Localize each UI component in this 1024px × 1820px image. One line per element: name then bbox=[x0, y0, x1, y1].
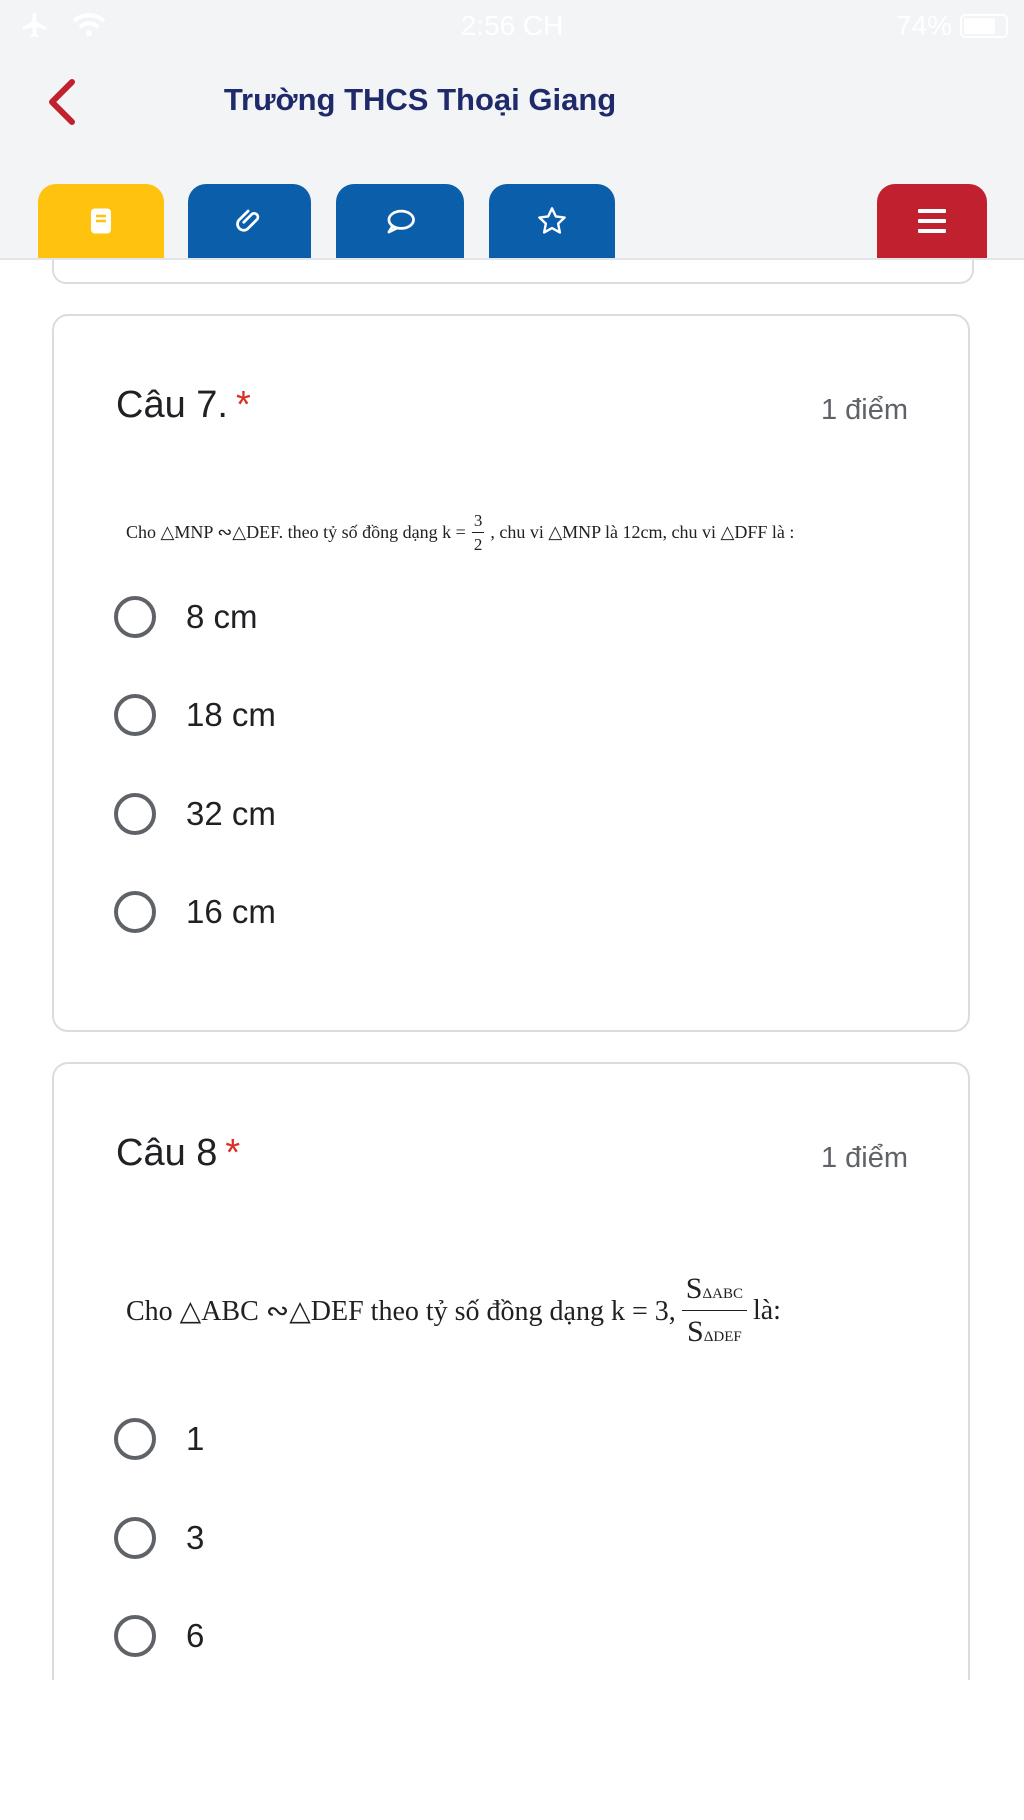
fraction-numerator-main: S bbox=[685, 1272, 703, 1305]
tab-toolbar bbox=[0, 158, 1024, 260]
fraction-numerator: 3 bbox=[471, 512, 485, 533]
required-mark: * bbox=[225, 1132, 241, 1174]
status-bar: 2:56 CH 74% bbox=[0, 0, 1024, 52]
question-points: 1 điểm bbox=[820, 394, 908, 426]
question-title-text: Câu 7. bbox=[116, 384, 228, 426]
radio-button[interactable] bbox=[114, 1517, 156, 1559]
fraction-numerator: SΔABC bbox=[681, 1272, 747, 1311]
previous-question-card bbox=[52, 260, 974, 284]
menu-icon bbox=[918, 209, 946, 233]
star-icon bbox=[538, 207, 566, 234]
option-radio[interactable]: 8 cm bbox=[114, 596, 258, 638]
option-label: 16 cm bbox=[186, 893, 276, 930]
radio-button[interactable] bbox=[114, 793, 156, 835]
app-header: Trường THCS Thoại Giang bbox=[0, 52, 1024, 158]
form-content[interactable]: Câu 7. * 1 điểm Cho △MNP ∾△DEF. theo tỷ s… bbox=[0, 260, 1024, 1680]
battery-icon bbox=[960, 14, 1008, 38]
fraction-numerator-sub: ΔABC bbox=[702, 1286, 743, 1302]
radio-button[interactable] bbox=[114, 1418, 156, 1460]
fraction: SΔABC SΔDEF bbox=[681, 1272, 747, 1347]
tab-attachments[interactable] bbox=[188, 184, 311, 258]
paperclip-icon bbox=[235, 209, 259, 232]
radio-button[interactable] bbox=[114, 694, 156, 736]
fraction: 3 2 bbox=[471, 512, 485, 554]
tab-comments[interactable] bbox=[336, 184, 464, 258]
option-radio[interactable]: 3 bbox=[114, 1517, 204, 1559]
question-text: Cho △ABC ∾△DEF theo tỷ số đồng dạng k = … bbox=[126, 1274, 781, 1347]
question-text-after: là: bbox=[752, 1294, 781, 1326]
option-label: 6 bbox=[186, 1617, 205, 1654]
option-label: 8 cm bbox=[186, 598, 258, 635]
chat-bubble-icon bbox=[387, 209, 415, 234]
radio-button[interactable] bbox=[114, 596, 156, 638]
required-mark: * bbox=[235, 384, 251, 426]
question-text-after: , chu vi △MNP là 12cm, chu vi △DFF là : bbox=[490, 522, 795, 542]
page-title: Trường THCS Thoại Giang bbox=[223, 82, 617, 117]
option-label: 1 bbox=[186, 1420, 205, 1457]
radio-button[interactable] bbox=[114, 1615, 156, 1657]
option-label: 32 cm bbox=[186, 795, 276, 832]
question-title: Câu 7. * bbox=[116, 384, 251, 427]
tab-book[interactable] bbox=[38, 184, 164, 258]
option-label: 18 cm bbox=[186, 696, 276, 733]
fraction-denominator-main: S bbox=[687, 1315, 704, 1348]
question-text-before: Cho △MNP ∾△DEF. theo tỷ số đồng dạng k = bbox=[126, 522, 466, 542]
radio-button[interactable] bbox=[114, 891, 156, 933]
option-radio[interactable]: 1 bbox=[114, 1418, 204, 1460]
option-radio[interactable]: 18 cm bbox=[114, 694, 276, 736]
question-title-text: Câu 8 bbox=[116, 1132, 218, 1174]
option-radio[interactable]: 32 cm bbox=[114, 793, 276, 835]
question-title: Câu 8 * bbox=[116, 1132, 240, 1175]
tab-menu[interactable] bbox=[877, 184, 987, 258]
option-radio[interactable]: 6 bbox=[114, 1615, 204, 1657]
battery-percent: 74% bbox=[895, 10, 952, 41]
option-label: 3 bbox=[186, 1519, 205, 1556]
fraction-denominator: SΔDEF bbox=[687, 1311, 742, 1347]
question-card-8: Câu 8 * 1 điểm Cho △ABC ∾△DEF theo tỷ số … bbox=[52, 1062, 970, 1680]
fraction-denominator: 2 bbox=[473, 535, 483, 554]
status-right: 74% bbox=[896, 10, 1008, 42]
option-radio[interactable]: 16 cm bbox=[114, 891, 276, 933]
question-text: Cho △MNP ∾△DEF. theo tỷ số đồng dạng k =… bbox=[126, 512, 794, 553]
question-text-before: Cho △ABC ∾△DEF theo tỷ số đồng dạng k = … bbox=[126, 1295, 676, 1327]
book-icon bbox=[91, 208, 111, 234]
fraction-denominator-sub: ΔDEF bbox=[703, 1329, 742, 1345]
status-time: 2:56 CH bbox=[460, 10, 564, 41]
question-card-7: Câu 7. * 1 điểm Cho △MNP ∾△DEF. theo tỷ s… bbox=[52, 314, 970, 1032]
tab-favorites[interactable] bbox=[489, 184, 615, 258]
question-points: 1 điểm bbox=[820, 1142, 908, 1174]
